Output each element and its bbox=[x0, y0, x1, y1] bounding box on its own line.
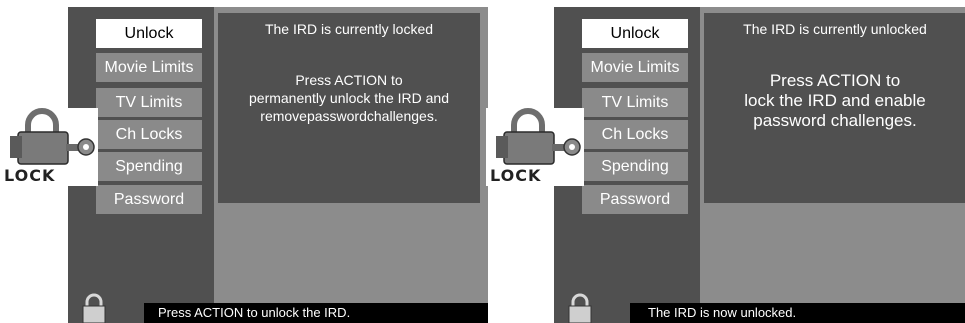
lock-badge: LOCK bbox=[0, 108, 98, 186]
menu-item-spending[interactable]: Spending bbox=[96, 152, 202, 181]
padlock-key-icon bbox=[496, 108, 581, 165]
parental-lock-screen-unlocked: Unlock Movie Limits TV Limits Ch Locks S… bbox=[554, 7, 965, 323]
menu-item-spending[interactable]: Spending bbox=[582, 152, 688, 181]
parental-lock-screen-locked: Unlock Movie Limits TV Limits Ch Locks S… bbox=[68, 7, 488, 323]
menu-item-ch-locks[interactable]: Ch Locks bbox=[582, 120, 688, 149]
info-panel: The IRD is currently locked Press ACTION… bbox=[218, 13, 480, 203]
menu-item-tv-limits[interactable]: TV Limits bbox=[582, 88, 688, 117]
lock-status-text: The IRD is currently unlocked bbox=[743, 21, 927, 37]
padlock-icon bbox=[82, 293, 106, 323]
lock-label: LOCK bbox=[490, 166, 542, 185]
padlock-icon bbox=[568, 293, 592, 323]
menu-item-password[interactable]: Password bbox=[96, 185, 202, 214]
instruction-text: Press ACTION to lock the IRD and enable … bbox=[744, 71, 926, 130]
menu-item-unlock[interactable]: Unlock bbox=[96, 19, 202, 48]
padlock-key-icon bbox=[10, 108, 95, 165]
lock-label: LOCK bbox=[4, 166, 56, 185]
menu-item-movie-limits[interactable]: Movie Limits bbox=[582, 53, 688, 82]
info-panel: The IRD is currently unlocked Press ACTI… bbox=[704, 13, 965, 203]
menu-item-password[interactable]: Password bbox=[582, 185, 688, 214]
menu-item-ch-locks[interactable]: Ch Locks bbox=[96, 120, 202, 149]
menu-item-unlock[interactable]: Unlock bbox=[582, 19, 688, 48]
status-bar: Press ACTION to unlock the IRD. bbox=[144, 303, 488, 323]
status-bar: The IRD is now unlocked. bbox=[630, 303, 965, 323]
menu-item-tv-limits[interactable]: TV Limits bbox=[96, 88, 202, 117]
instruction-text: Press ACTION to permanently unlock the I… bbox=[249, 72, 449, 124]
lock-badge: LOCK bbox=[486, 108, 584, 186]
menu-item-movie-limits[interactable]: Movie Limits bbox=[96, 53, 202, 82]
lock-status-text: The IRD is currently locked bbox=[264, 21, 434, 37]
